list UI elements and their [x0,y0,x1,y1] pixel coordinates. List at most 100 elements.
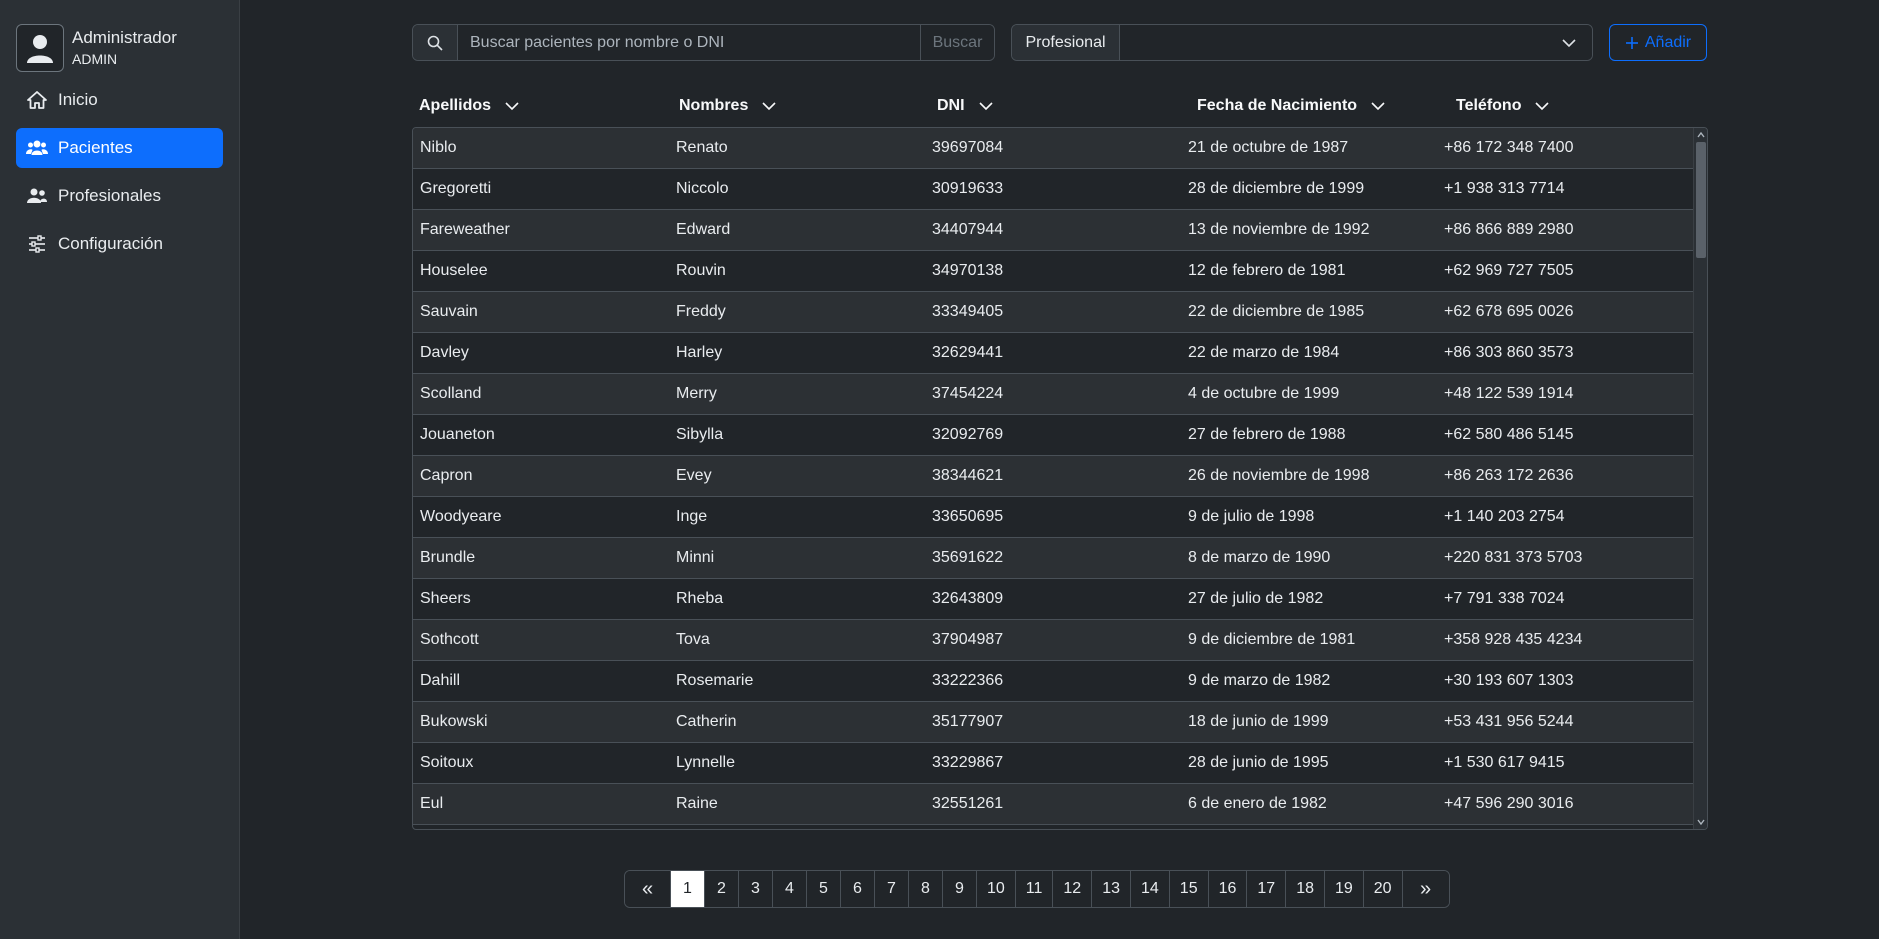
table-row[interactable]: Sheers Rheba 32643809 27 de julio de 1982 +7… [413,579,1693,620]
table-row[interactable]: Eul Raine 32551261 6 de enero de 1982 +47 59… [413,784,1693,825]
home-icon [26,89,48,111]
search-button[interactable]: Buscar [920,25,994,60]
cell-nombres: Minni [676,549,715,566]
pagination-page-7[interactable]: 7 [875,871,909,907]
pagination-page-15[interactable]: 15 [1169,871,1209,907]
pagination-page-3[interactable]: 3 [739,871,773,907]
sidebar-item-profesionales[interactable]: Profesionales [16,176,223,216]
cell-fecha-nacimiento: 9 de marzo de 1982 [1188,672,1331,689]
cell-telefono: +358 928 435 4234 [1444,631,1583,648]
cell-fecha-nacimiento: 9 de julio de 1998 [1188,508,1315,525]
pagination-page-12[interactable]: 12 [1053,871,1093,907]
professional-select[interactable] [1120,25,1592,60]
cell-telefono: +1 530 617 9415 [1444,754,1565,771]
pagination-page-1[interactable]: 1 [671,871,705,907]
pagination-page-5[interactable]: 5 [807,871,841,907]
table-row[interactable]: Jouaneton Sibylla 32092769 27 de febrero de… [413,415,1693,456]
pagination-prev-button[interactable]: « [625,871,671,907]
pagination-page-13[interactable]: 13 [1092,871,1131,907]
add-patient-button[interactable]: Añadir [1609,24,1707,61]
table-row[interactable]: Brundle Minni 35691622 8 de marzo de 1990 +2… [413,538,1693,579]
sidebar-item-inicio[interactable]: Inicio [16,80,223,120]
avatar [16,24,64,72]
table-row[interactable]: Sothcott Tova 37904987 9 de diciembre de 19… [413,620,1693,661]
sidebar-item-configuracion[interactable]: Configuración [16,224,223,264]
table-row[interactable]: Bukowski Catherin 35177907 18 de junio de 1… [413,702,1693,743]
add-button-label: Añadir [1644,33,1692,51]
cell-fecha-nacimiento: 28 de junio de 1995 [1188,754,1329,771]
pagination-page-6[interactable]: 6 [841,871,875,907]
cell-apellidos: Sothcott [420,631,479,648]
table-row[interactable]: Capron Evey 38344621 26 de noviembre de 199… [413,456,1693,497]
column-header-fecha-nacimiento[interactable]: Fecha de Nacimiento [1197,92,1385,120]
cell-telefono: +86 172 348 7400 [1444,139,1574,156]
column-header-apellidos[interactable]: Apellidos [419,92,519,120]
table-row[interactable]: Davley Harley 32629441 22 de marzo de 1984 +… [413,333,1693,374]
pagination-page-10[interactable]: 10 [977,871,1016,907]
chevron-down-icon [505,101,519,111]
pagination-page-8[interactable]: 8 [909,871,943,907]
table-row[interactable]: Dahill Rosemarie 33222366 9 de marzo de 198… [413,661,1693,702]
pagination-page-11[interactable]: 11 [1015,871,1054,907]
column-header-dni[interactable]: DNI [937,92,993,120]
cell-apellidos: Brundle [420,549,476,566]
pagination-page-2[interactable]: 2 [705,871,739,907]
cell-fecha-nacimiento: 13 de noviembre de 1992 [1188,221,1370,238]
cell-dni: 32629441 [932,344,1004,361]
table-row[interactable]: Soitoux Lynnelle 33229867 28 de junio de 19… [413,743,1693,784]
cell-nombres: Raine [676,795,718,812]
user-profile[interactable]: Administrador ADMIN [16,24,177,72]
user-role: ADMIN [72,51,118,67]
cell-telefono: +62 678 695 0026 [1444,303,1574,320]
cell-nombres: Tova [676,631,710,648]
cell-fecha-nacimiento: 6 de enero de 1982 [1188,795,1327,812]
cell-nombres: Rheba [676,590,724,607]
cell-apellidos: Scolland [420,385,482,402]
column-header-label: Apellidos [419,97,492,114]
column-header-telefono[interactable]: Teléfono [1456,92,1550,120]
cell-nombres: Edward [676,221,731,238]
table-row[interactable]: Gregoretti Niccolo 30919633 28 de diciembre… [413,169,1693,210]
pagination-page-20[interactable]: 20 [1363,871,1403,907]
pagination-page-4[interactable]: 4 [773,871,807,907]
cell-dni: 30919633 [932,180,1004,197]
pagination-page-17[interactable]: 17 [1247,871,1287,907]
pagination-page-19[interactable]: 19 [1324,871,1364,907]
cell-dni: 32551261 [932,795,1004,812]
scroll-up-icon[interactable] [1696,130,1706,140]
chevron-down-icon [1562,38,1576,47]
pagination-page-18[interactable]: 18 [1286,871,1325,907]
scrollbar[interactable] [1693,128,1707,829]
cell-fecha-nacimiento: 12 de febrero de 1981 [1188,262,1346,279]
cell-apellidos: Bukowski [420,713,488,730]
cell-telefono: +86 866 889 2980 [1444,221,1574,238]
cell-telefono: +7 791 338 7024 [1444,590,1565,607]
cell-nombres: Sibylla [676,426,724,443]
pagination-next-button[interactable]: » [1402,871,1449,907]
cell-telefono: +62 969 727 7505 [1444,262,1574,279]
patients-icon [26,137,48,159]
table-row[interactable]: Fareweather Edward 34407944 13 de noviembre… [413,210,1693,251]
search-input[interactable] [458,25,920,60]
cell-apellidos: Davley [420,344,469,361]
cell-apellidos: Soitoux [420,754,474,771]
table-row[interactable]: Sauvain Freddy 33349405 22 de diciembre de … [413,292,1693,333]
pagination-page-16[interactable]: 16 [1208,871,1248,907]
pagination-page-9[interactable]: 9 [943,871,977,907]
cell-dni: 34407944 [932,221,1004,238]
table-row[interactable]: Scolland Merry 37454224 4 de octubre de 199… [413,374,1693,415]
scroll-down-icon[interactable] [1696,817,1706,827]
pagination-page-14[interactable]: 14 [1131,871,1170,907]
table-row[interactable]: Niblo Renato 39697084 21 de octubre de 1987… [413,128,1693,169]
table-row[interactable]: Woodyeare Inge 33650695 9 de julio de 1998 +… [413,497,1693,538]
column-header-nombres[interactable]: Nombres [679,92,776,120]
table-row[interactable]: Houselee Rouvin 34970138 12 de febrero de 1… [413,251,1693,292]
sidebar-item-pacientes[interactable]: Pacientes [16,128,223,168]
cell-fecha-nacimiento: 27 de febrero de 1988 [1188,426,1346,443]
patients-table: Eul Raine 32551261 6 de enero de 1982 +47 59… [412,127,1708,830]
column-header-label: Teléfono [1456,97,1522,114]
cell-dni: 35691622 [932,549,1004,566]
cell-apellidos: Gregoretti [420,180,492,197]
cell-apellidos: Houselee [420,262,488,279]
scrollbar-thumb[interactable] [1696,142,1706,258]
